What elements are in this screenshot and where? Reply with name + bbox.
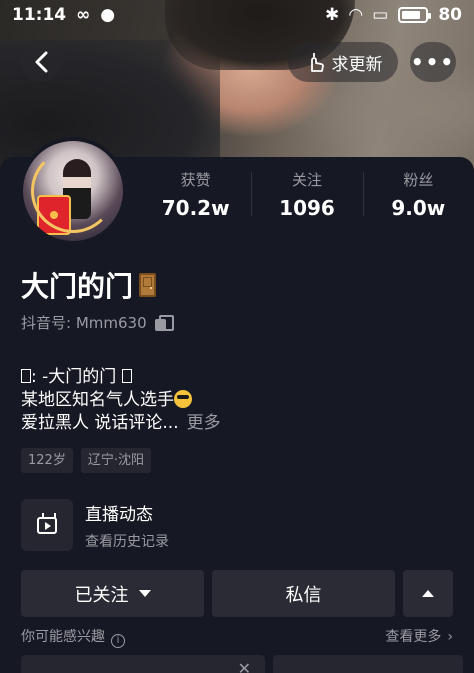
live-subtitle: 查看历史记录 <box>85 533 169 550</box>
stat-following[interactable]: 关注 1096 <box>251 168 362 224</box>
profile-stats: 获赞 70.2w 关注 1096 粉丝 9.0w <box>140 168 474 224</box>
back-button[interactable] <box>20 42 62 82</box>
message-label: 私信 <box>285 584 322 606</box>
avatar-image <box>23 141 123 241</box>
screen-icon: ▭ <box>372 5 389 25</box>
douyin-id-row[interactable]: 抖音号: Mmm630 <box>21 312 174 333</box>
suggestions-title: 你可能感兴趣 <box>21 629 105 645</box>
avatar-ring <box>31 149 115 233</box>
stat-label: 粉丝 <box>403 171 434 189</box>
live-icon-box <box>21 499 73 551</box>
info-icon[interactable]: i <box>111 633 125 648</box>
suggestions-header: 你可能感兴趣 i 查看更多 › <box>21 626 453 648</box>
status-bar: 11:14 ∞ ● ✱ ◠ ▭ 80 <box>0 0 474 30</box>
missing-glyph-icon <box>121 369 132 383</box>
bio-line-2-text: 某地区知名气人选手 <box>21 390 174 410</box>
avatar[interactable] <box>19 137 127 245</box>
bio-line-3: 爱拉黑人 说话评论... 更多 <box>21 412 221 435</box>
infinity-icon: ∞ <box>76 5 91 25</box>
profile-bio[interactable]: : -大门的门 某地区知名气人选手 爱拉黑人 说话评论... 更多 <box>21 366 221 435</box>
battery-icon <box>398 7 432 23</box>
copy-icon[interactable] <box>154 314 174 331</box>
suggestion-card[interactable] <box>273 655 463 673</box>
back-arrow-icon <box>35 51 48 73</box>
live-history-row[interactable]: 直播动态 查看历史记录 <box>21 499 169 551</box>
suggestions-title-wrap: 你可能感兴趣 i <box>21 626 125 648</box>
stat-label: 获赞 <box>180 171 211 189</box>
close-icon[interactable]: ✕ <box>238 659 251 673</box>
missing-glyph-icon <box>21 369 31 383</box>
bio-more-link[interactable]: 更多 <box>187 413 221 433</box>
bluetooth-icon: ✱ <box>324 5 340 25</box>
request-update-label: 求更新 <box>331 54 383 75</box>
expand-suggestions-button[interactable] <box>403 570 453 617</box>
stat-value: 70.2w <box>161 196 230 220</box>
sunglasses-emoji-icon <box>174 390 192 408</box>
more-button[interactable]: ••• <box>410 42 456 82</box>
status-time: 11:14 <box>12 5 67 25</box>
caret-down-icon <box>138 590 151 597</box>
more-dots-icon: ••• <box>410 50 456 74</box>
battery-percent: 80 <box>438 5 462 25</box>
bio-line-3-text: 爱拉黑人 说话评论... <box>21 413 179 433</box>
stat-value: 9.0w <box>391 196 446 220</box>
stat-likes[interactable]: 获赞 70.2w <box>140 168 251 224</box>
location-tag: 辽宁·沈阳 <box>80 448 151 473</box>
bio-line-2: 某地区知名气人选手 <box>21 389 221 412</box>
chevron-right-icon: › <box>447 629 453 645</box>
stat-followers[interactable]: 粉丝 9.0w <box>362 168 474 224</box>
action-buttons: 已关注 私信 <box>21 570 453 617</box>
see-more-link[interactable]: 查看更多 › <box>385 626 453 648</box>
message-button[interactable]: 私信 <box>212 570 395 617</box>
battery-fill <box>402 11 420 19</box>
live-tv-icon <box>37 516 57 534</box>
suggestion-card[interactable]: ✕ <box>21 655 265 673</box>
stat-label: 关注 <box>291 171 322 189</box>
live-title: 直播动态 <box>85 504 153 525</box>
suggestion-cards: ✕ <box>21 655 463 673</box>
see-more-label: 查看更多 <box>385 629 442 645</box>
wifi-icon: ◠ <box>349 5 363 25</box>
followed-label: 已关注 <box>74 584 129 606</box>
age-tag: 122岁 <box>21 448 73 473</box>
bio-line-1: : -大门的门 <box>21 366 221 389</box>
douyin-id: 抖音号: Mmm630 <box>21 314 147 332</box>
caret-up-icon <box>422 590 434 597</box>
request-update-button[interactable]: 求更新 <box>288 42 398 82</box>
profile-tags: 122岁 辽宁·沈阳 <box>21 448 151 473</box>
bio-line-1-text: : -大门的门 <box>31 367 117 387</box>
stat-value: 1096 <box>279 196 335 220</box>
profile-name: 大门的门 <box>21 270 134 303</box>
hand-pointing-icon <box>310 53 324 72</box>
profile-name-row: 大门的门 <box>21 265 157 305</box>
chat-bubble-icon: ● <box>100 5 116 25</box>
door-icon <box>139 273 157 297</box>
followed-button[interactable]: 已关注 <box>21 570 204 617</box>
